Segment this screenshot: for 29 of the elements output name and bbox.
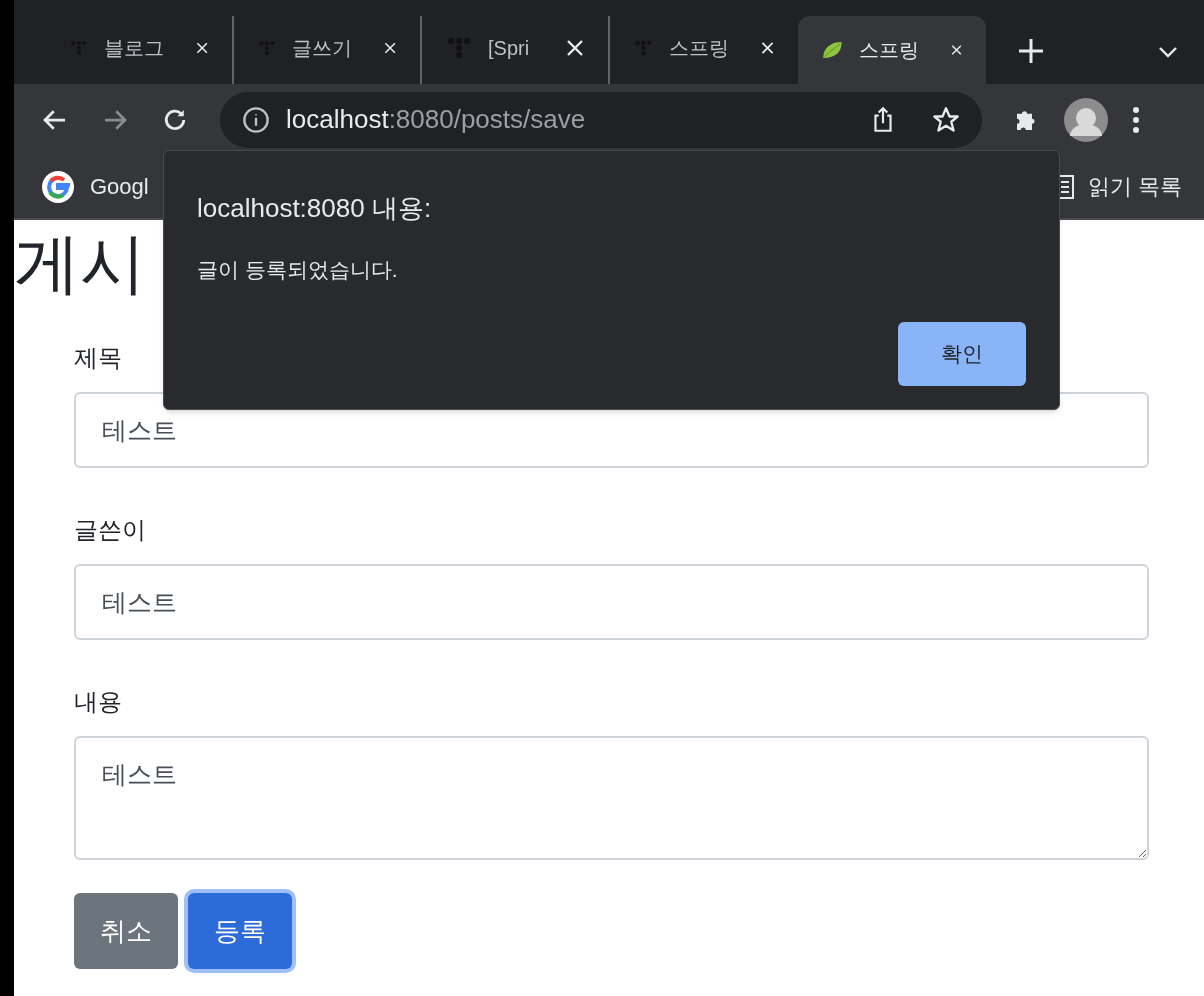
page-heading: 게시	[14, 230, 146, 296]
new-tab-icon[interactable]	[1018, 38, 1044, 64]
tab-title: 스프링	[668, 36, 729, 61]
field-label: 제목	[74, 343, 122, 373]
avatar-icon[interactable]	[1064, 97, 1108, 142]
info-icon[interactable]	[242, 105, 270, 134]
browser-tab[interactable]: 스프링	[610, 16, 798, 84]
star-icon[interactable]	[932, 105, 960, 134]
field-label: 글쓴이	[74, 515, 146, 545]
bookmark[interactable]: Googl	[42, 170, 149, 203]
tab-title: 글쓰기	[291, 36, 352, 61]
input-field[interactable]: 테스트	[74, 564, 1149, 640]
content-textarea[interactable]: 테스트	[74, 736, 1149, 860]
close-icon[interactable]	[566, 39, 584, 57]
tab-title: 스프링	[858, 38, 919, 63]
dialog-title: localhost:8080 내용:	[197, 192, 433, 225]
tab-title: 블로그	[103, 36, 164, 61]
cancel-button[interactable]: 취소	[74, 893, 178, 969]
ok-button[interactable]: 확인	[898, 321, 1026, 386]
reading-list-label[interactable]: 읽기 목록	[1087, 170, 1182, 203]
url-text: localhost:8080/posts/save	[286, 103, 586, 136]
tab-title: [Spri	[488, 36, 530, 61]
browser-tab[interactable]: 스프링	[798, 16, 986, 84]
chevron-down-icon[interactable]	[1158, 46, 1178, 58]
dialog-message: 글이 등록되었습니다.	[197, 257, 399, 283]
address-bar[interactable]: localhost:8080/posts/save	[220, 91, 982, 148]
google-icon	[42, 170, 74, 203]
menu-icon[interactable]	[1132, 105, 1140, 134]
field-label: 내용	[74, 687, 122, 717]
